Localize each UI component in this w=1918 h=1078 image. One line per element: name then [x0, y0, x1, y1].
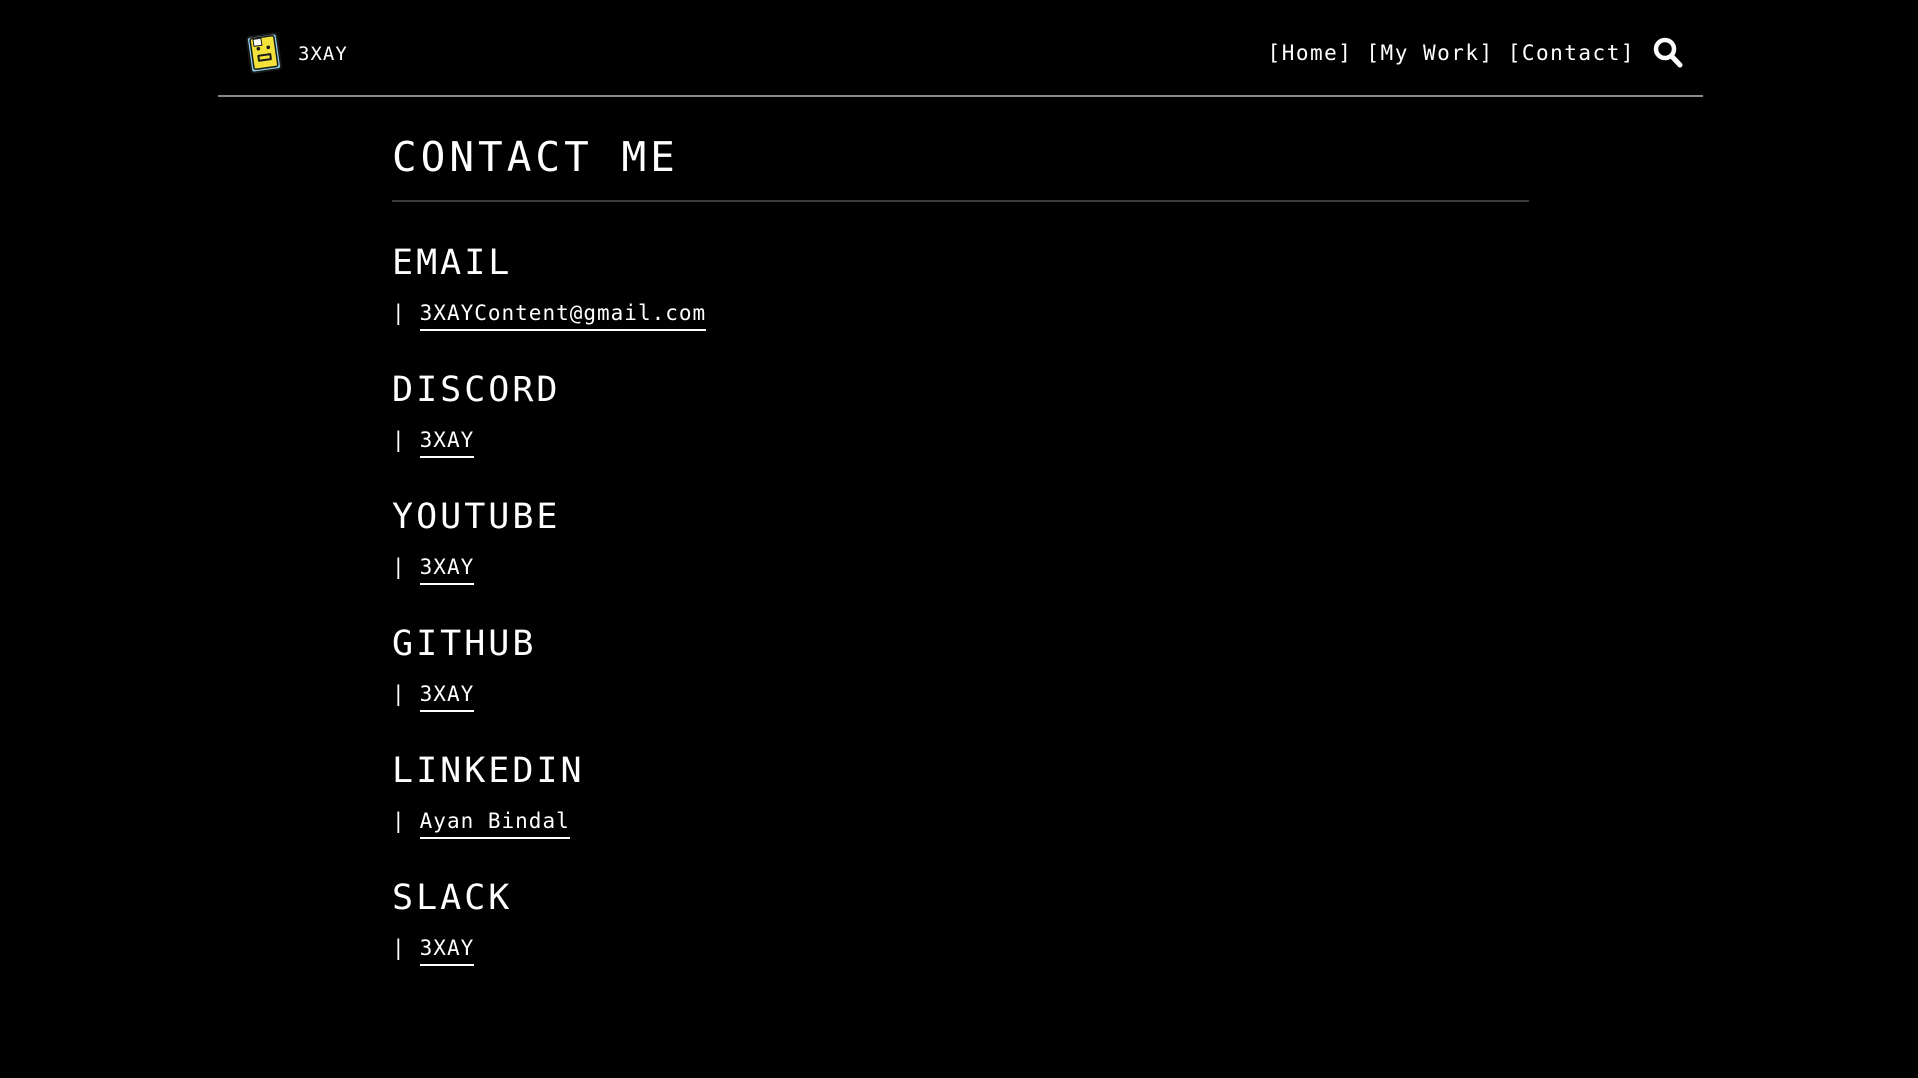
section-row: | Ayan Bindal — [392, 806, 1529, 839]
section-heading: YOUTUBE — [392, 497, 561, 537]
slack-link[interactable]: 3XAY — [419, 933, 475, 966]
brand-name: 3XAY — [298, 42, 348, 65]
section-heading: LINKEDIN — [392, 751, 585, 791]
nav-my-work-link[interactable]: [My Work] — [1366, 30, 1493, 76]
section-heading: SLACK — [392, 878, 513, 918]
pipe-marker: | — [392, 682, 406, 706]
page: 3XAY [Home] [My Work] [Contact] CONTACT … — [0, 0, 1918, 1078]
nav-contact-link[interactable]: [Contact] — [1508, 30, 1635, 76]
nav-home-link[interactable]: [Home] — [1268, 30, 1353, 76]
pipe-marker: | — [392, 428, 406, 452]
section-github: GITHUB | 3XAY — [392, 621, 1529, 712]
section-row: | 3XAY — [392, 679, 1529, 712]
floppy-face-logo-icon — [246, 32, 282, 74]
pipe-marker: | — [392, 809, 406, 833]
section-linkedin: LINKEDIN | Ayan Bindal — [392, 748, 1529, 839]
section-discord: DISCORD | 3XAY — [392, 367, 1529, 458]
pipe-marker: | — [392, 555, 406, 579]
section-slack: SLACK | 3XAY — [392, 875, 1529, 966]
github-link[interactable]: 3XAY — [419, 679, 475, 712]
section-youtube: YOUTUBE | 3XAY — [392, 494, 1529, 585]
site-header: 3XAY [Home] [My Work] [Contact] — [218, 0, 1703, 97]
main-content: CONTACT ME EMAIL | 3XAYContent@gmail.com… — [392, 130, 1529, 966]
section-heading: EMAIL — [392, 243, 513, 283]
discord-link[interactable]: 3XAY — [419, 425, 475, 458]
linkedin-link[interactable]: Ayan Bindal — [419, 806, 570, 839]
youtube-link[interactable]: 3XAY — [419, 552, 475, 585]
search-icon[interactable] — [1653, 37, 1683, 69]
email-link[interactable]: 3XAYContent@gmail.com — [419, 298, 707, 331]
section-row: | 3XAY — [392, 933, 1529, 966]
pipe-marker: | — [392, 936, 406, 960]
brand-link[interactable]: 3XAY — [243, 31, 348, 76]
main-nav: [Home] [My Work] [Contact] — [1268, 30, 1683, 76]
section-email: EMAIL | 3XAYContent@gmail.com — [392, 240, 1529, 331]
section-row: | 3XAY — [392, 425, 1529, 458]
section-heading: DISCORD — [392, 370, 561, 410]
section-row: | 3XAY — [392, 552, 1529, 585]
pipe-marker: | — [392, 301, 406, 325]
section-heading: GITHUB — [392, 624, 537, 664]
section-row: | 3XAYContent@gmail.com — [392, 298, 1529, 331]
page-title: CONTACT ME — [392, 130, 1529, 202]
